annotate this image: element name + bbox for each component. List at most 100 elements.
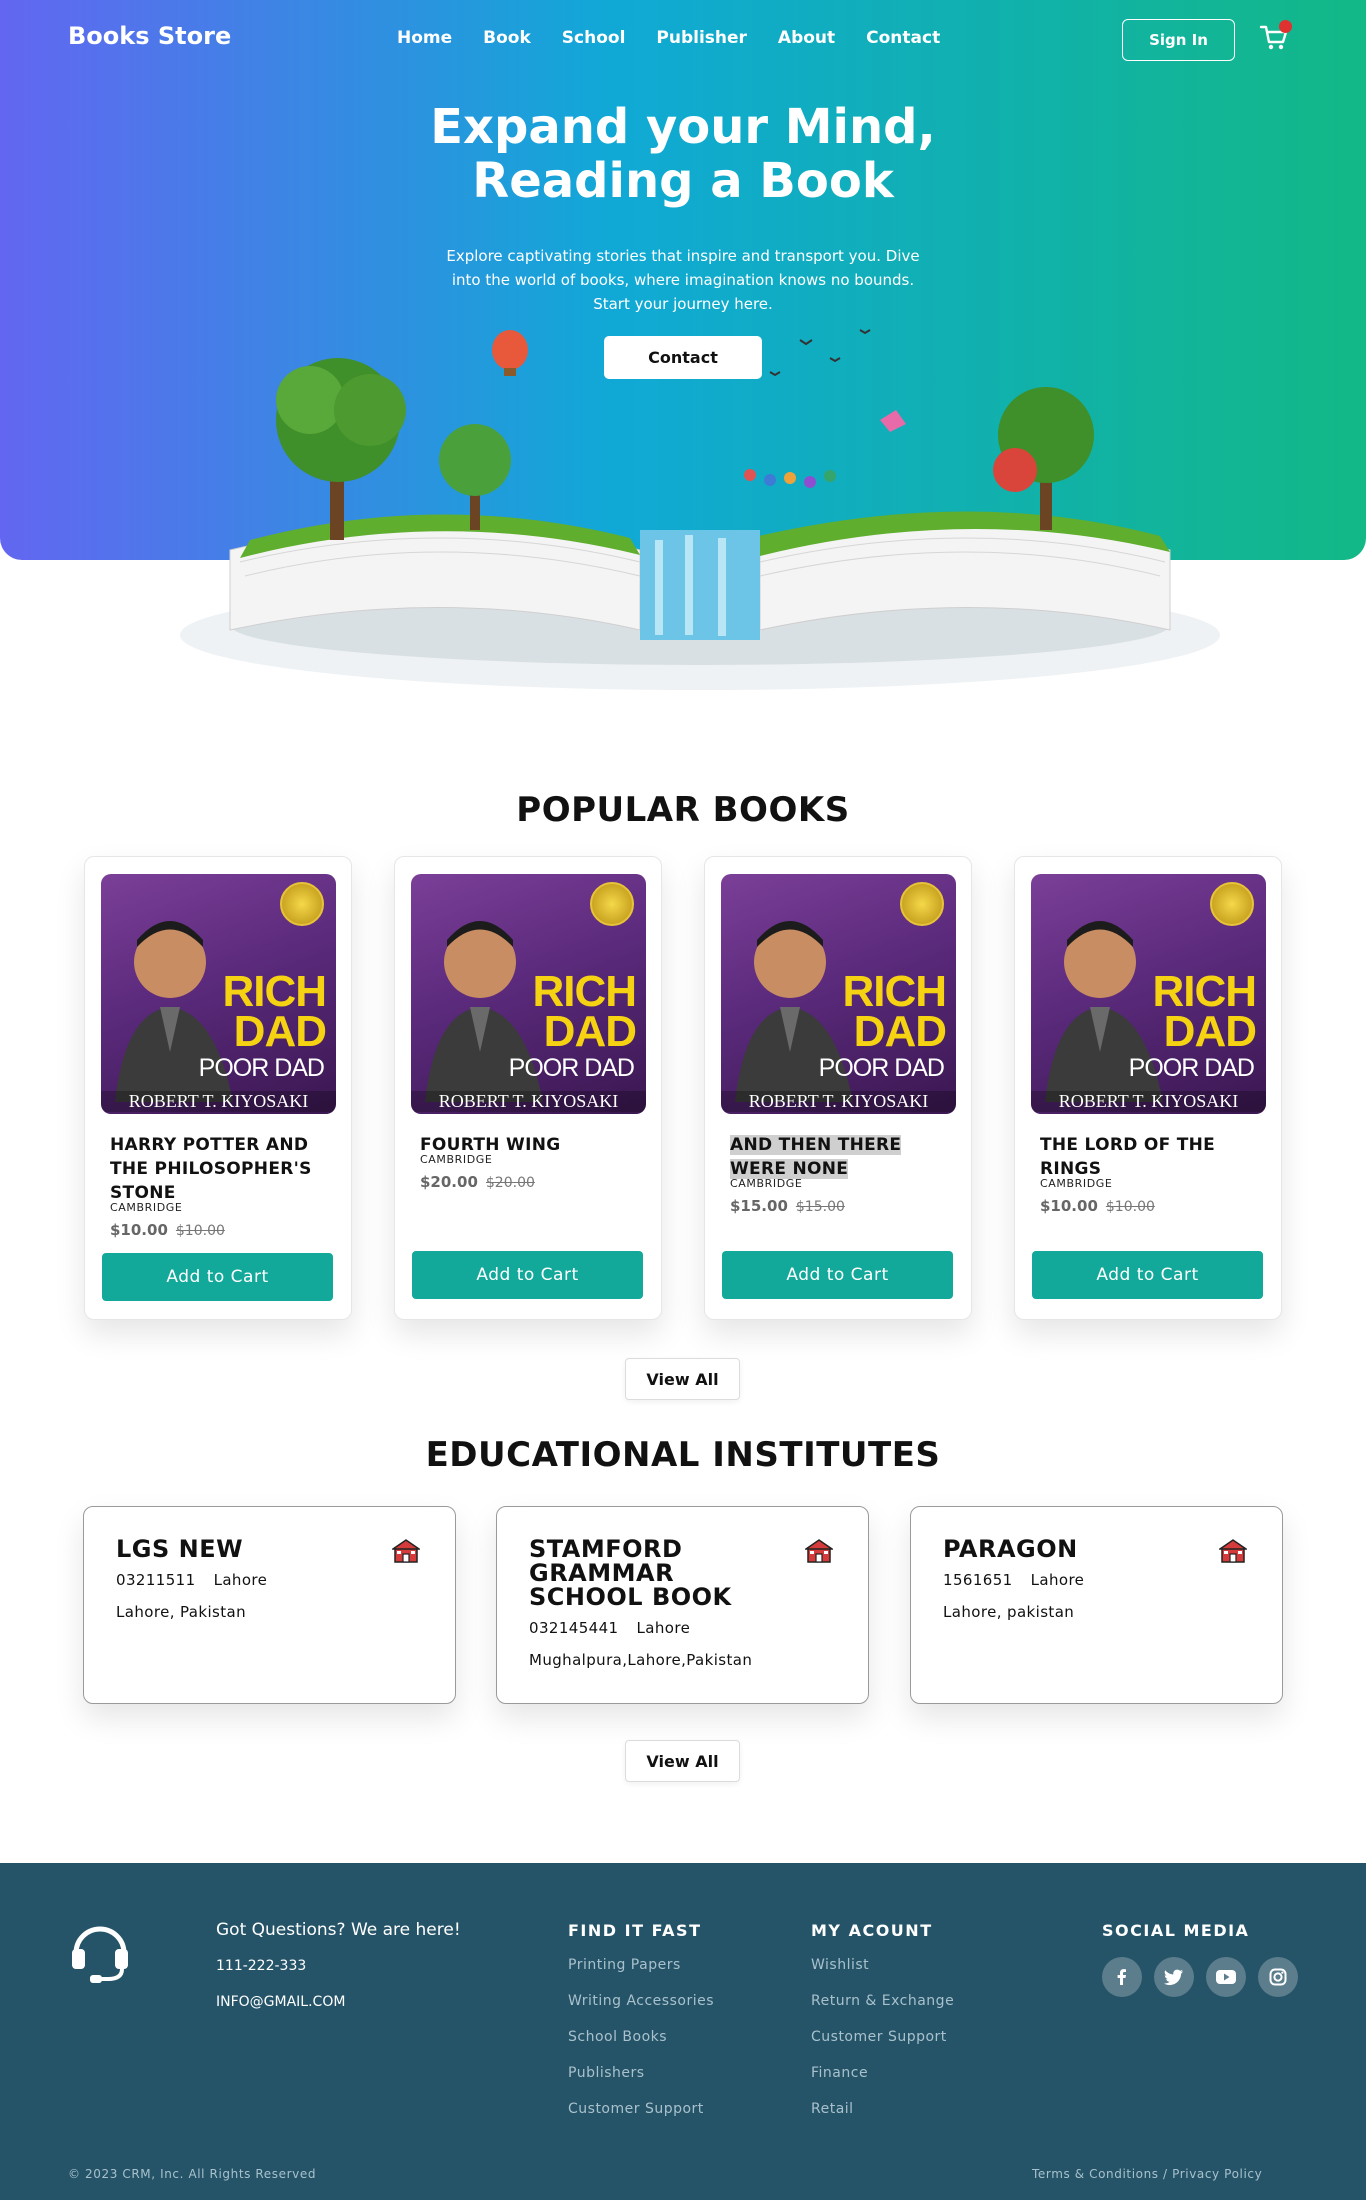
my-account-title: MY ACOUNT: [811, 1921, 933, 1940]
book-title[interactable]: HARRY POTTER AND THE PHILOSOPHER'S STONE: [110, 1133, 330, 1205]
book-cover-image[interactable]: RICH DAD POOR DAD ROBERT T. KIYOSAKI: [411, 874, 646, 1114]
nav-link-publisher[interactable]: Publisher: [656, 28, 747, 48]
cover-author: ROBERT T. KIYOSAKI: [721, 1091, 956, 1112]
book-publisher: CAMBRIDGE: [110, 1201, 183, 1214]
cover-author: ROBERT T. KIYOSAKI: [411, 1091, 646, 1112]
cover-poor-dad: POOR DAD: [198, 1054, 325, 1082]
institute-card[interactable]: PARAGON 1561651 Lahore Lahore, pakistan: [910, 1506, 1283, 1704]
nav-link-home[interactable]: Home: [397, 28, 452, 48]
add-to-cart-button[interactable]: Add to Cart: [412, 1251, 643, 1299]
book-publisher: CAMBRIDGE: [1040, 1177, 1113, 1190]
twitter-icon[interactable]: [1154, 1957, 1194, 1997]
footer-link-printing-papers[interactable]: Printing Papers: [568, 1957, 714, 1993]
view-all-books-button[interactable]: View All: [625, 1358, 740, 1400]
current-price: $10.00: [110, 1221, 168, 1239]
current-price: $20.00: [420, 1173, 478, 1191]
hero-title: Expand your Mind, Reading a Book: [333, 100, 1033, 208]
cart-icon[interactable]: [1259, 20, 1292, 54]
footer-link-return-exchange[interactable]: Return & Exchange: [811, 1993, 954, 2029]
nav-links: Home Book School Publisher About Contact: [397, 28, 940, 48]
old-price: $15.00: [795, 1199, 845, 1215]
book-card[interactable]: RICH DAD POOR DAD ROBERT T. KIYOSAKI AND …: [704, 856, 972, 1320]
book-cover-image[interactable]: RICH DAD POOR DAD ROBERT T. KIYOSAKI: [101, 874, 336, 1114]
book-card[interactable]: RICH DAD POOR DAD ROBERT T. KIYOSAKI FOUR…: [394, 856, 662, 1320]
nav-link-book[interactable]: Book: [483, 28, 531, 48]
facebook-glyph: [1117, 1969, 1126, 1985]
sign-in-button[interactable]: Sign In: [1122, 19, 1235, 61]
institute-name: LGS NEW: [116, 1535, 244, 1563]
institute-card[interactable]: STAMFORD GRAMMAR SCHOOL BOOK 032145441 La…: [496, 1506, 869, 1704]
add-to-cart-button[interactable]: Add to Cart: [1032, 1251, 1263, 1299]
cart-badge: [1279, 20, 1292, 33]
book-price: $20.00 $20.00: [420, 1173, 535, 1191]
footer-question: Got Questions? We are here!: [216, 1920, 461, 1940]
hero-book-illustration: [180, 329, 1220, 690]
school-icon: [392, 1539, 420, 1563]
footer-link-wishlist[interactable]: Wishlist: [811, 1957, 954, 1993]
cover-poor-dad: POOR DAD: [1128, 1054, 1255, 1082]
find-it-fast-title: FIND IT FAST: [568, 1921, 702, 1940]
institute-contact: 032145441 Lahore: [529, 1619, 690, 1637]
old-price: $10.00: [1105, 1199, 1155, 1215]
book-price: $15.00 $15.00: [730, 1197, 845, 1215]
institute-card[interactable]: LGS NEW 03211511 Lahore Lahore, Pakistan: [83, 1506, 456, 1704]
hero-title-line1: Expand your Mind,: [430, 99, 936, 155]
footer-link-publishers[interactable]: Publishers: [568, 2065, 714, 2101]
book-publisher: CAMBRIDGE: [420, 1153, 493, 1166]
institutes-title: EDUCATIONAL INSTITUTES: [425, 1435, 941, 1475]
cover-poor-dad: POOR DAD: [508, 1054, 635, 1082]
footer-link-finance[interactable]: Finance: [811, 2065, 954, 2101]
cover-poor-dad: POOR DAD: [818, 1054, 945, 1082]
book-cover-image[interactable]: RICH DAD POOR DAD ROBERT T. KIYOSAKI: [721, 874, 956, 1114]
footer-link-customer-support[interactable]: Customer Support: [568, 2101, 714, 2137]
institute-address: Lahore, pakistan: [943, 1603, 1075, 1621]
view-all-institutes-button[interactable]: View All: [625, 1740, 740, 1782]
footer-link-customer-support-account[interactable]: Customer Support: [811, 2029, 954, 2065]
book-title[interactable]: AND THEN THERE WERE NONE: [730, 1133, 950, 1181]
footer-phone[interactable]: 111-222-333: [216, 1958, 306, 1974]
legal-links[interactable]: Terms & Conditions / Privacy Policy: [1032, 2167, 1262, 2181]
my-account-list: Wishlist Return & Exchange Customer Supp…: [811, 1957, 954, 2137]
old-price: $10.00: [175, 1223, 225, 1239]
footer-link-writing-accessories[interactable]: Writing Accessories: [568, 1993, 714, 2029]
find-it-fast-list: Printing Papers Writing Accessories Scho…: [568, 1957, 714, 2137]
cover-rich-dad: RICH DAD: [532, 967, 637, 1056]
book-card[interactable]: RICH DAD POOR DAD ROBERT T. KIYOSAKI HARR…: [84, 856, 352, 1320]
social-icons: [1102, 1957, 1298, 1997]
cover-author: ROBERT T. KIYOSAKI: [101, 1091, 336, 1112]
cover-badge: [590, 882, 634, 926]
current-price: $10.00: [1040, 1197, 1098, 1215]
footer-link-retail[interactable]: Retail: [811, 2101, 954, 2137]
footer: Got Questions? We are here! 111-222-333 …: [0, 1863, 1366, 2200]
institute-address: Lahore, Pakistan: [116, 1603, 247, 1621]
cover-rich-dad: RICH DAD: [1152, 967, 1257, 1056]
cover-rich-dad: RICH DAD: [222, 967, 327, 1056]
nav-link-school[interactable]: School: [562, 28, 626, 48]
footer-link-school-books[interactable]: School Books: [568, 2029, 714, 2065]
facebook-icon[interactable]: [1102, 1957, 1142, 1997]
social-media-title: SOCIAL MEDIA: [1102, 1921, 1250, 1940]
cover-author: ROBERT T. KIYOSAKI: [1031, 1091, 1266, 1112]
instagram-glyph: [1269, 1968, 1287, 1986]
institute-name: STAMFORD GRAMMAR SCHOOL BOOK: [529, 1535, 732, 1611]
book-card[interactable]: RICH DAD POOR DAD ROBERT T. KIYOSAKI THE …: [1014, 856, 1282, 1320]
add-to-cart-button[interactable]: Add to Cart: [102, 1253, 333, 1301]
institute-address: Mughalpura,Lahore,Pakistan: [529, 1651, 753, 1669]
hero-subtitle-line1: Explore captivating stories that inspire…: [446, 247, 920, 265]
brand-logo[interactable]: Books Store: [68, 22, 231, 50]
footer-email[interactable]: INFO@GMAIL.COM: [216, 1994, 345, 2010]
hero-title-line2: Reading a Book: [472, 153, 894, 209]
school-icon: [805, 1539, 833, 1563]
book-title[interactable]: THE LORD OF THE RINGS: [1040, 1133, 1260, 1181]
nav-link-contact[interactable]: Contact: [866, 28, 940, 48]
hero-subtitle-line2: into the world of books, where imaginati…: [451, 271, 915, 289]
add-to-cart-button[interactable]: Add to Cart: [722, 1251, 953, 1299]
top-nav: Books Store Home Book School Publisher A…: [0, 0, 1366, 78]
youtube-icon[interactable]: [1206, 1957, 1246, 1997]
twitter-glyph: [1164, 1969, 1183, 1986]
instagram-icon[interactable]: [1258, 1957, 1298, 1997]
nav-link-about[interactable]: About: [778, 28, 835, 48]
cover-badge: [900, 882, 944, 926]
institute-phone: 1561651: [943, 1571, 1013, 1589]
book-cover-image[interactable]: RICH DAD POOR DAD ROBERT T. KIYOSAKI: [1031, 874, 1266, 1114]
